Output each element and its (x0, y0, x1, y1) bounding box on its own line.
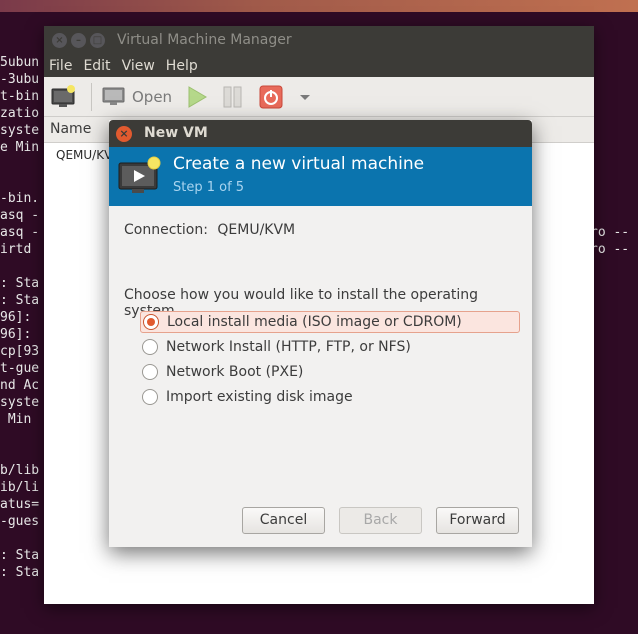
connection-row: Connection: QEMU/KVM (124, 222, 295, 238)
column-name-header[interactable]: Name (50, 121, 91, 137)
dialog-titlebar: × New VM (109, 120, 532, 147)
cancel-button[interactable]: Cancel (242, 507, 325, 534)
window-controls: × – □ (52, 33, 105, 48)
radio-button[interactable] (142, 364, 158, 380)
radio-network-boot[interactable]: Network Boot (PXE) (140, 361, 520, 383)
radio-import-disk-image[interactable]: Import existing disk image (140, 386, 520, 408)
open-label: Open (132, 88, 173, 106)
close-icon[interactable]: × (116, 126, 132, 142)
new-vm-dialog: × New VM Create a new virtual machine St… (109, 120, 532, 547)
radio-label: Network Install (HTTP, FTP, or NFS) (166, 339, 411, 355)
play-icon (188, 86, 207, 108)
menu-file[interactable]: File (49, 58, 72, 74)
pause-icon (223, 86, 242, 108)
radio-label: Local install media (ISO image or CDROM) (167, 314, 462, 330)
back-button[interactable]: Back (339, 507, 422, 534)
connection-value: QEMU/KVM (217, 222, 296, 238)
shutdown-button[interactable] (259, 83, 283, 111)
radio-button[interactable] (142, 389, 158, 405)
forward-button[interactable]: Forward (436, 507, 519, 534)
radio-local-install-media[interactable]: Local install media (ISO image or CDROM) (140, 311, 520, 333)
maximize-icon[interactable]: □ (90, 33, 105, 48)
monitor-icon (102, 87, 125, 105)
close-icon[interactable]: × (52, 33, 67, 48)
new-vm-button[interactable] (51, 83, 77, 111)
terminal-output-right: ro -- ro -- (590, 225, 630, 257)
menubar: File Edit View Help (44, 54, 594, 77)
wizard-title: Create a new virtual machine (173, 154, 425, 174)
menu-edit[interactable]: Edit (83, 58, 110, 74)
wizard-header: Create a new virtual machine Step 1 of 5 (109, 147, 532, 206)
new-vm-icon (51, 85, 75, 107)
radio-label: Network Boot (PXE) (166, 364, 304, 380)
terminal-output-left: 5ubun -3ubu t-bin zatio syste e Min -bin… (0, 55, 40, 580)
radio-button[interactable] (142, 339, 158, 355)
dialog-title: New VM (144, 125, 208, 141)
chevron-down-icon (300, 95, 310, 100)
desktop-wallpaper-strip (0, 0, 638, 12)
radio-button-checked[interactable] (143, 314, 159, 330)
power-icon (259, 85, 283, 109)
minimize-icon[interactable]: – (71, 33, 86, 48)
connection-label: Connection: (124, 222, 208, 238)
open-button[interactable]: Open (102, 83, 172, 111)
toolbar: Open (44, 77, 594, 117)
pause-button[interactable] (222, 83, 244, 111)
run-button[interactable] (186, 83, 208, 111)
toolbar-separator (91, 83, 92, 111)
wizard-step: Step 1 of 5 (173, 180, 245, 195)
vmm-titlebar: × – □ Virtual Machine Manager (44, 26, 594, 54)
menu-view[interactable]: View (122, 58, 155, 74)
radio-network-install[interactable]: Network Install (HTTP, FTP, or NFS) (140, 336, 520, 358)
radio-label: Import existing disk image (166, 389, 353, 405)
menu-help[interactable]: Help (166, 58, 198, 74)
shutdown-menu-button[interactable] (298, 83, 312, 111)
new-vm-icon (118, 156, 161, 193)
window-title: Virtual Machine Manager (117, 32, 292, 48)
